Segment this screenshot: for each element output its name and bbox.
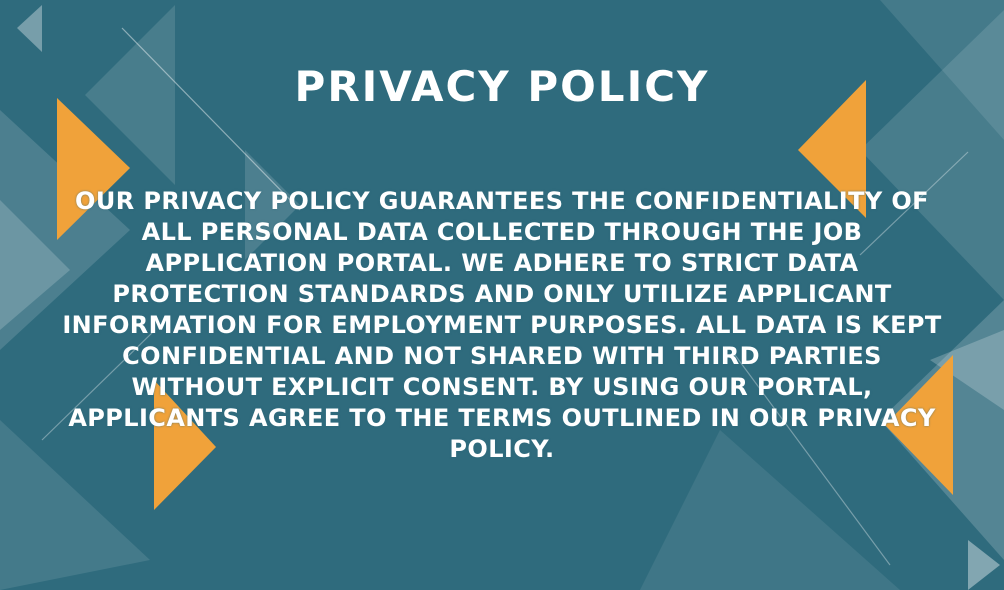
page-title: PRIVACY POLICY (294, 62, 710, 111)
privacy-policy-card: PRIVACY POLICY OUR PRIVACY POLICY GUARAN… (0, 0, 1004, 590)
policy-body-text: OUR PRIVACY POLICY GUARANTEES THE CONFID… (62, 187, 942, 463)
